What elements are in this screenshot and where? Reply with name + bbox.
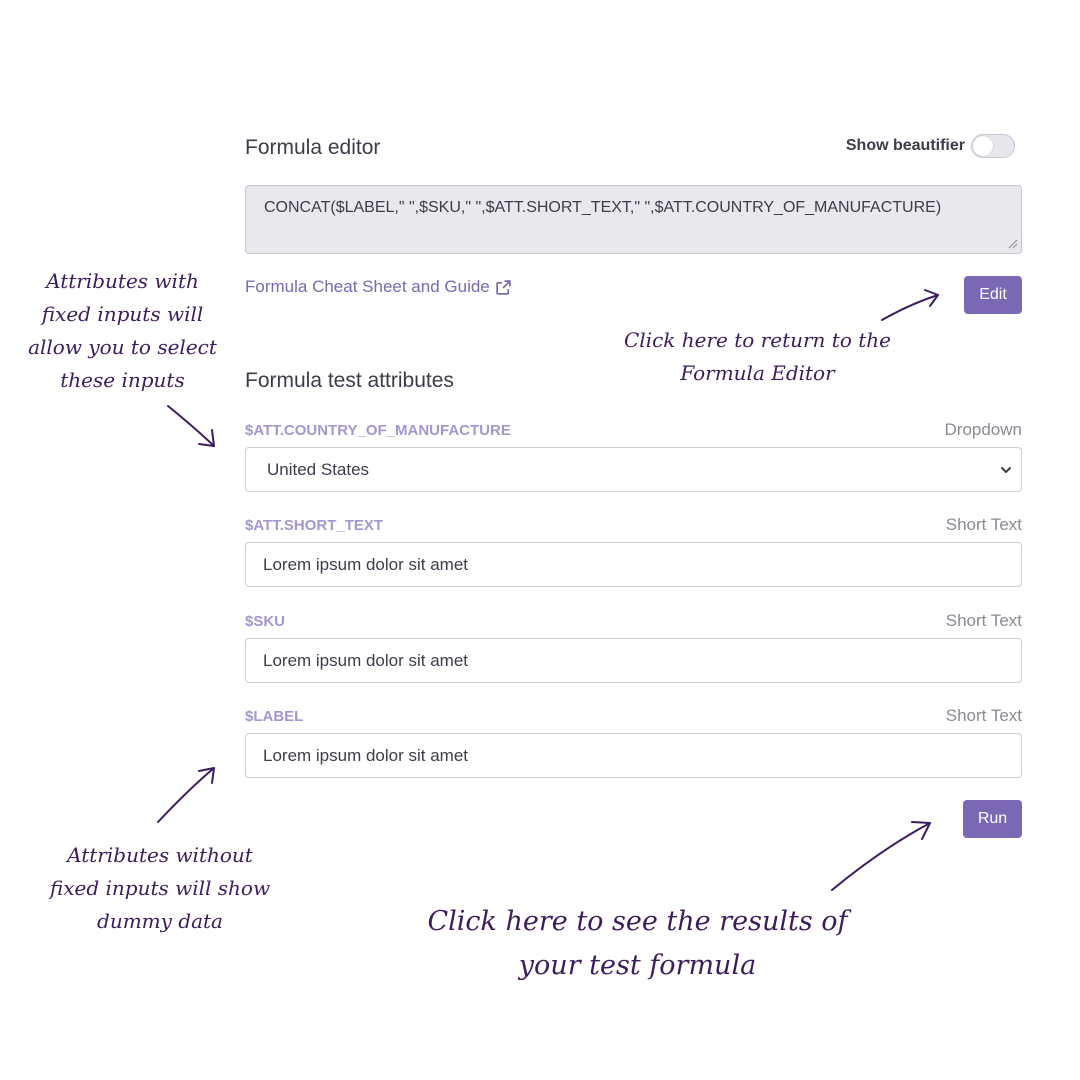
arrow-icon-to-label-input — [157, 767, 215, 823]
arrow-icon-to-edit — [881, 289, 939, 321]
arrow-icon-to-run — [831, 821, 931, 891]
annotation-arrows — [157, 289, 939, 891]
arrow-icon-to-dropdown — [167, 405, 215, 447]
